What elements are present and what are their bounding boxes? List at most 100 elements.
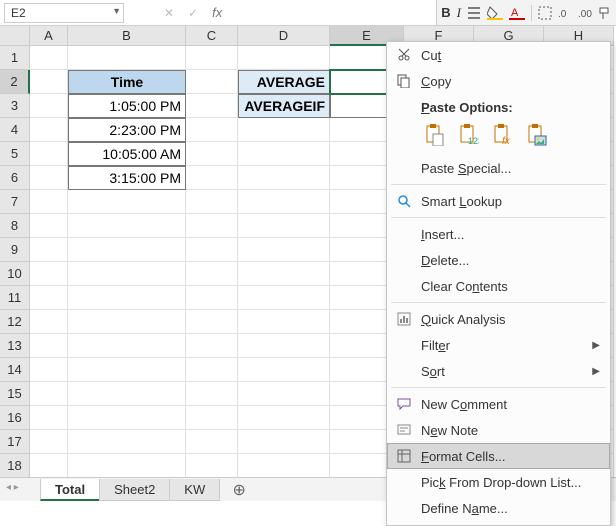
cell-A5[interactable] [30,142,68,166]
cell-C3[interactable] [186,94,238,118]
cell-C12[interactable] [186,310,238,334]
cell-B17[interactable] [68,430,186,454]
cell-A16[interactable] [30,406,68,430]
cell-B4[interactable]: 2:23:00 PM [68,118,186,142]
decimal-dec-icon[interactable]: .0 [558,6,572,20]
row-header-12[interactable]: 12 [0,310,30,334]
cell-C13[interactable] [186,334,238,358]
cell-B7[interactable] [68,190,186,214]
font-color-icon[interactable]: A [509,6,525,20]
cell-D1[interactable] [238,46,330,70]
row-header-8[interactable]: 8 [0,214,30,238]
ctx-delete[interactable]: Delete... [387,247,610,273]
sheet-tab-kw[interactable]: KW [169,479,220,501]
cell-C8[interactable] [186,214,238,238]
row-header-3[interactable]: 3 [0,94,30,118]
select-all-corner[interactable] [0,26,30,46]
fx-icon[interactable]: fx [212,5,222,20]
cell-B5[interactable]: 10:05:00 AM [68,142,186,166]
cell-C1[interactable] [186,46,238,70]
cell-C18[interactable] [186,454,238,478]
cell-A15[interactable] [30,382,68,406]
cell-B6[interactable]: 3:15:00 PM [68,166,186,190]
cell-C17[interactable] [186,430,238,454]
cell-A2[interactable] [30,70,68,94]
row-header-13[interactable]: 13 [0,334,30,358]
ctx-format-cells[interactable]: Format Cells... [387,443,610,469]
cell-C2[interactable] [186,70,238,94]
sheet-tab-total[interactable]: Total [40,479,100,501]
ctx-paste-special[interactable]: Paste Special... [387,155,610,181]
ctx-new-note[interactable]: New Note [387,417,610,443]
fill-color-icon[interactable] [487,6,503,20]
cell-D6[interactable] [238,166,330,190]
decimal-inc-icon[interactable]: .00 [578,6,592,20]
cell-C5[interactable] [186,142,238,166]
cell-A17[interactable] [30,430,68,454]
align-icon[interactable] [467,6,481,20]
ctx-smart-lookup[interactable]: Smart Lookup [387,188,610,214]
cell-D8[interactable] [238,214,330,238]
row-header-7[interactable]: 7 [0,190,30,214]
cell-A10[interactable] [30,262,68,286]
cell-C9[interactable] [186,238,238,262]
cell-C16[interactable] [186,406,238,430]
ctx-sort[interactable]: Sort ▶ [387,358,610,384]
cell-D3[interactable]: AVERAGEIF [238,94,330,118]
col-header-A[interactable]: A [30,26,68,46]
paste-icon[interactable] [421,121,449,149]
cell-D10[interactable] [238,262,330,286]
ctx-filter[interactable]: Filter ▶ [387,332,610,358]
row-header-11[interactable]: 11 [0,286,30,310]
cell-B15[interactable] [68,382,186,406]
cell-D17[interactable] [238,430,330,454]
row-header-15[interactable]: 15 [0,382,30,406]
cell-D2[interactable]: AVERAGE [238,70,330,94]
cell-B8[interactable] [68,214,186,238]
borders-icon[interactable] [538,6,552,20]
row-header-6[interactable]: 6 [0,166,30,190]
cell-A18[interactable] [30,454,68,478]
cell-A7[interactable] [30,190,68,214]
ctx-new-comment[interactable]: New Comment [387,391,610,417]
cell-A13[interactable] [30,334,68,358]
row-header-9[interactable]: 9 [0,238,30,262]
paste-values-icon[interactable]: 123 [455,121,483,149]
cell-B14[interactable] [68,358,186,382]
paste-formulas-icon[interactable]: fx [489,121,517,149]
cell-B11[interactable] [68,286,186,310]
cell-D4[interactable] [238,118,330,142]
row-header-5[interactable]: 5 [0,142,30,166]
cell-A1[interactable] [30,46,68,70]
cell-B9[interactable] [68,238,186,262]
cell-D5[interactable] [238,142,330,166]
cell-B1[interactable] [68,46,186,70]
row-header-17[interactable]: 17 [0,430,30,454]
cell-B16[interactable] [68,406,186,430]
cell-C6[interactable] [186,166,238,190]
ctx-pick-from-list[interactable]: Pick From Drop-down List... [387,469,610,495]
cell-B18[interactable] [68,454,186,478]
cell-D7[interactable] [238,190,330,214]
ctx-copy[interactable]: Copy [387,68,610,94]
cell-A9[interactable] [30,238,68,262]
ctx-insert[interactable]: Insert... [387,221,610,247]
bold-button[interactable]: B [441,5,450,20]
cell-D18[interactable] [238,454,330,478]
cell-A14[interactable] [30,358,68,382]
cell-D11[interactable] [238,286,330,310]
row-header-18[interactable]: 18 [0,454,30,478]
cell-A4[interactable] [30,118,68,142]
cell-C4[interactable] [186,118,238,142]
cell-B10[interactable] [68,262,186,286]
chevron-down-icon[interactable]: ▼ [112,6,121,16]
sheet-tab-sheet2[interactable]: Sheet2 [99,479,170,501]
cell-D16[interactable] [238,406,330,430]
cell-B13[interactable] [68,334,186,358]
cell-D12[interactable] [238,310,330,334]
col-header-D[interactable]: D [238,26,330,46]
cell-D14[interactable] [238,358,330,382]
cell-A12[interactable] [30,310,68,334]
row-header-14[interactable]: 14 [0,358,30,382]
name-box[interactable]: E2 ▼ [4,3,124,23]
